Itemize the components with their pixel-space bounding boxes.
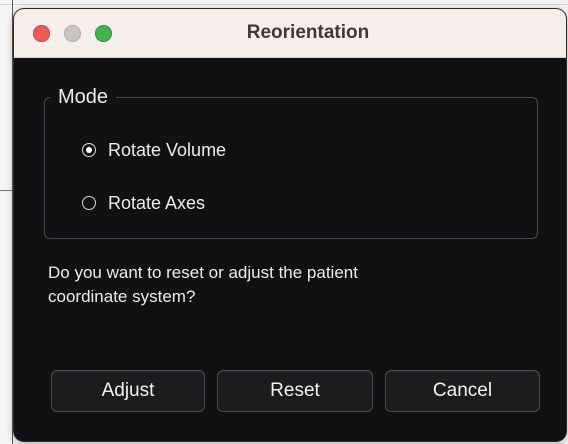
adjust-button[interactable]: Adjust	[51, 370, 205, 412]
prompt-line-1: Do you want to reset or adjust the patie…	[48, 263, 358, 282]
reset-button[interactable]: Reset	[217, 370, 373, 412]
radio-button-unselected[interactable]	[82, 196, 96, 210]
backdrop-tick	[0, 190, 12, 191]
cancel-button[interactable]: Cancel	[385, 370, 540, 412]
mode-group-title: Mode	[50, 84, 117, 110]
radio-label-rotate-axes: Rotate Axes	[108, 193, 206, 213]
radio-rotate-volume[interactable]: Rotate Volume	[82, 137, 226, 163]
backdrop-line	[12, 0, 13, 444]
radio-rotate-axes[interactable]: Rotate Axes	[82, 190, 205, 216]
radio-label-rotate-volume: Rotate Volume	[108, 140, 227, 160]
window-title: Reorientation	[246, 22, 370, 43]
prompt-line-2: coordinate system?	[48, 287, 196, 306]
reorientation-dialog: Reorientation Mode Rotate Volume Rotate …	[14, 9, 566, 441]
radio-button-selected[interactable]	[82, 143, 96, 157]
backdrop-line	[0, 4, 568, 5]
mode-group-box	[44, 97, 538, 239]
prompt-text: Do you want to reset or adjust the patie…	[48, 261, 538, 309]
title-bar[interactable]: Reorientation	[14, 9, 566, 58]
dialog-content: Mode Rotate Volume Rotate Axes Do you wa…	[14, 58, 566, 441]
